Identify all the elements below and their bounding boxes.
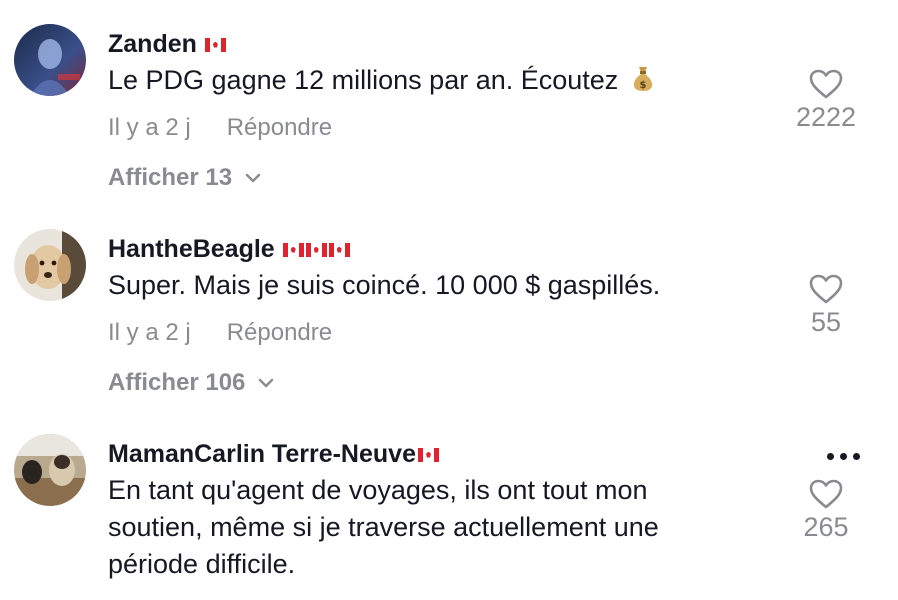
canada-flag-icon	[282, 242, 350, 257]
like-control[interactable]: 55	[776, 273, 876, 338]
reply-button[interactable]: Répondre	[227, 319, 332, 347]
chevron-down-icon	[259, 378, 274, 388]
timestamp: Il y a 2 j	[108, 319, 191, 346]
username-text[interactable]: Zanden	[108, 30, 197, 59]
username[interactable]: MamanCarlin Terre-Neuve	[108, 440, 439, 469]
username-text[interactable]: MamanCarlin Terre-Neuve	[108, 440, 416, 469]
avatar[interactable]	[14, 24, 86, 96]
svg-text:$: $	[639, 80, 646, 91]
chevron-down-icon	[245, 173, 261, 183]
heart-icon[interactable]	[808, 478, 844, 510]
comment-text: Super. Mais je suis coincé. 10 000 $ gas…	[108, 267, 748, 304]
username[interactable]: Zanden	[108, 30, 226, 59]
comment-meta: Il y a 2 j Répondre	[108, 114, 332, 142]
view-replies-button[interactable]: Afficher 106	[108, 369, 275, 397]
like-control[interactable]: 265	[776, 478, 876, 543]
heart-icon[interactable]	[808, 273, 844, 305]
username-text[interactable]: HantheBeagle	[108, 235, 275, 264]
avatar[interactable]	[14, 229, 86, 301]
more-options-icon[interactable]	[827, 453, 860, 460]
avatar-image	[14, 24, 86, 96]
comment-text: Le PDG gagne 12 millions par an. Écoutez…	[108, 62, 748, 102]
comment-body: Le PDG gagne 12 millions par an. Écoutez	[108, 65, 619, 95]
heart-icon[interactable]	[808, 68, 844, 100]
view-replies-label[interactable]: Afficher 106	[108, 369, 245, 397]
comment-text: En tant qu'agent de voyages, ils ont tou…	[108, 472, 728, 583]
avatar[interactable]	[14, 434, 86, 506]
money-bag-icon: $	[632, 64, 654, 102]
reply-button[interactable]: Répondre	[227, 114, 332, 142]
username[interactable]: HantheBeagle	[108, 235, 350, 264]
like-count: 265	[803, 512, 849, 542]
like-count: 2222	[795, 102, 857, 132]
comment-meta: Il y a 2 j Répondre	[108, 319, 332, 347]
timestamp: Il y a 2 j	[108, 114, 191, 141]
view-replies-button[interactable]: Afficher 13	[108, 164, 262, 192]
view-replies-label[interactable]: Afficher 13	[108, 164, 232, 192]
canada-flag-icon	[417, 447, 439, 462]
comment-body: Super. Mais je suis coincé. 10 000 $ gas…	[108, 270, 661, 300]
avatar-image	[14, 434, 86, 506]
canada-flag-icon	[204, 37, 226, 52]
like-count: 55	[810, 307, 842, 337]
like-control[interactable]: 2222	[776, 68, 876, 133]
avatar-image	[14, 229, 86, 301]
comment-body: En tant qu'agent de voyages, ils ont tou…	[108, 475, 659, 579]
